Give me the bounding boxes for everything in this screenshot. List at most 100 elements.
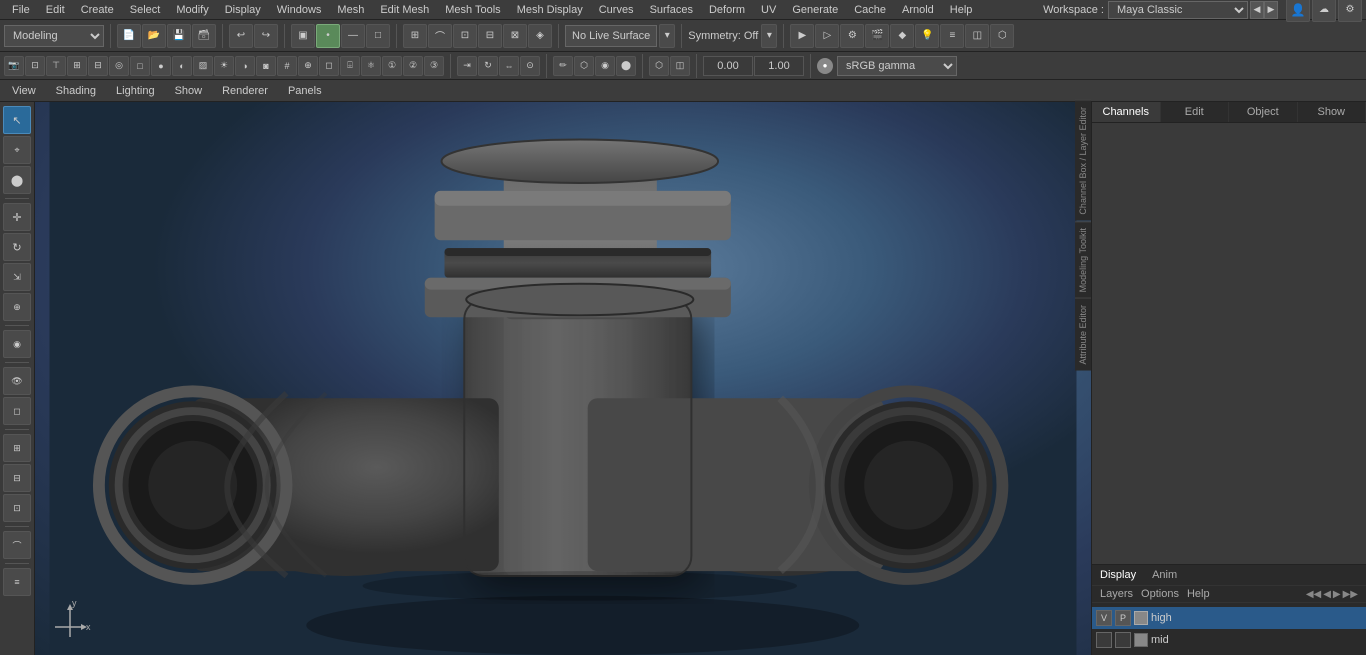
cam-top[interactable]: ⊤ — [46, 56, 66, 76]
tab-shading[interactable]: Shading — [52, 80, 100, 102]
cloud-icon[interactable]: ☁ — [1312, 0, 1336, 22]
smooth-btn[interactable]: ● — [151, 56, 171, 76]
light-editor-btn[interactable]: 💡 — [915, 24, 939, 48]
layer-ref-mid[interactable] — [1115, 632, 1131, 648]
menu-display[interactable]: Display — [217, 0, 269, 20]
layer-btn[interactable]: ◫ — [965, 24, 989, 48]
menu-deform[interactable]: Deform — [701, 0, 753, 20]
side-label-modeling[interactable]: Modeling Toolkit — [1075, 221, 1091, 298]
undo-btn[interactable]: ↩ — [229, 24, 253, 48]
display-tab[interactable]: Display — [1100, 569, 1136, 581]
move-tool-btn[interactable]: ✛ — [3, 203, 31, 231]
xray-btn[interactable]: ⊕ — [298, 56, 318, 76]
workspace-prev[interactable]: ◀ — [1250, 1, 1264, 19]
uvwire-btn[interactable]: ⌹ — [340, 56, 360, 76]
brush-btn[interactable]: ⬤ — [616, 56, 636, 76]
camera-btn[interactable]: 📷 — [4, 56, 24, 76]
select-edge-btn[interactable]: — — [341, 24, 365, 48]
soft-select-btn[interactable]: ◉ — [3, 330, 31, 358]
render-settings-btn[interactable]: ⚙ — [840, 24, 864, 48]
save-file-btn[interactable]: 💾 — [167, 24, 191, 48]
cam-persp[interactable]: ⊡ — [25, 56, 45, 76]
script-btn[interactable]: ≡ — [3, 568, 31, 596]
snap-view-btn[interactable]: ⊠ — [503, 24, 527, 48]
workspace-select[interactable]: Maya Classic Modeling Rigging Animation … — [1108, 1, 1248, 19]
menu-edit-mesh[interactable]: Edit Mesh — [372, 0, 437, 20]
snap-grid-btn[interactable]: ⊞ — [403, 24, 427, 48]
sculpt-paint-btn[interactable]: ◉ — [595, 56, 615, 76]
select-face-btn[interactable]: □ — [366, 24, 390, 48]
layer-color-high[interactable] — [1134, 611, 1148, 625]
menu-curves[interactable]: Curves — [591, 0, 642, 20]
menu-mesh-tools[interactable]: Mesh Tools — [437, 0, 508, 20]
show-hide-btn[interactable]: 👁 — [3, 367, 31, 395]
snap-point-btn[interactable]: ⊡ — [453, 24, 477, 48]
layers-item[interactable]: Layers — [1100, 588, 1133, 600]
show-all-btn[interactable]: ⬡ — [649, 56, 669, 76]
select-tool-btn[interactable]: ↖ — [3, 106, 31, 134]
viewport[interactable]: y x — [35, 102, 1091, 655]
side-label-channel[interactable]: Channel Box / Layer Editor — [1075, 100, 1091, 221]
group-btn[interactable]: ◻ — [3, 397, 31, 425]
menu-mesh[interactable]: Mesh — [329, 0, 372, 20]
tab-lighting[interactable]: Lighting — [112, 80, 159, 102]
scale-tool-btn[interactable]: ⇲ — [3, 263, 31, 291]
paint-btn[interactable]: ✏ — [553, 56, 573, 76]
open-file-btn[interactable]: 📂 — [142, 24, 166, 48]
redo-btn[interactable]: ↪ — [254, 24, 278, 48]
outliner-btn[interactable]: ≡ — [940, 24, 964, 48]
ipr-btn[interactable]: ▷ — [815, 24, 839, 48]
render-proxy-btn[interactable]: ⬡ — [990, 24, 1014, 48]
select-paint-btn[interactable]: ⬡ — [574, 56, 594, 76]
select-obj-btn[interactable]: ▣ — [291, 24, 315, 48]
menu-uv[interactable]: UV — [753, 0, 784, 20]
menu-create[interactable]: Create — [73, 0, 122, 20]
settings-icon[interactable]: ⚙ — [1338, 0, 1362, 22]
lasso-tool-btn[interactable]: ⌖ — [3, 136, 31, 164]
menu-arnold[interactable]: Arnold — [894, 0, 942, 20]
anim-tab[interactable]: Anim — [1152, 569, 1177, 581]
menu-generate[interactable]: Generate — [784, 0, 846, 20]
save-as-btn[interactable]: 🗃 — [192, 24, 216, 48]
rp-tab-edit[interactable]: Edit — [1161, 102, 1230, 122]
live-surface-dropdown[interactable]: ▾ — [659, 24, 675, 48]
res3-btn[interactable]: ③ — [424, 56, 444, 76]
menu-cache[interactable]: Cache — [846, 0, 894, 20]
tab-panels[interactable]: Panels — [284, 80, 326, 102]
layer-arrow-1[interactable]: ◀◀ — [1306, 589, 1321, 600]
res1-btn[interactable]: ① — [382, 56, 402, 76]
universal-tool-btn[interactable]: ⊕ — [3, 293, 31, 321]
backface-btn[interactable]: ◻ — [319, 56, 339, 76]
tab-renderer[interactable]: Renderer — [218, 80, 272, 102]
rp-tab-channels[interactable]: Channels — [1092, 102, 1161, 122]
rotate-tool-btn[interactable]: ↻ — [3, 233, 31, 261]
value-input-2[interactable] — [754, 56, 804, 76]
workspace-next[interactable]: ▶ — [1264, 1, 1278, 19]
tab-show[interactable]: Show — [171, 80, 207, 102]
snap-curve-btn[interactable]: ⌒ — [428, 24, 452, 48]
layer-arrow-3[interactable]: ▶ — [1333, 589, 1341, 600]
move-snap-btn[interactable]: ⇥ — [457, 56, 477, 76]
cam-side[interactable]: ⊟ — [88, 56, 108, 76]
texture-btn[interactable]: ▨ — [193, 56, 213, 76]
render-view-btn[interactable]: 🎬 — [865, 24, 889, 48]
isolate-btn[interactable]: ◎ — [109, 56, 129, 76]
rp-tab-object[interactable]: Object — [1229, 102, 1298, 122]
no-live-surface[interactable]: No Live Surface — [565, 25, 657, 47]
menu-file[interactable]: File — [4, 0, 38, 20]
options-item[interactable]: Options — [1141, 588, 1179, 600]
menu-help[interactable]: Help — [942, 0, 981, 20]
align-btn[interactable]: ⊟ — [3, 464, 31, 492]
mode-select[interactable]: Modeling Rigging Animation FX — [4, 25, 104, 47]
menu-edit[interactable]: Edit — [38, 0, 73, 20]
snap-surface-btn[interactable]: ⊟ — [478, 24, 502, 48]
menu-modify[interactable]: Modify — [168, 0, 216, 20]
value-input-1[interactable] — [703, 56, 753, 76]
rp-tab-show[interactable]: Show — [1298, 102, 1366, 122]
pivot-btn[interactable]: ⊙ — [520, 56, 540, 76]
tab-view[interactable]: View — [8, 80, 40, 102]
user-icon[interactable]: 👤 — [1286, 0, 1310, 22]
subd-btn[interactable]: ⚛ — [361, 56, 381, 76]
menu-select[interactable]: Select — [122, 0, 169, 20]
light-btn[interactable]: ☀ — [214, 56, 234, 76]
